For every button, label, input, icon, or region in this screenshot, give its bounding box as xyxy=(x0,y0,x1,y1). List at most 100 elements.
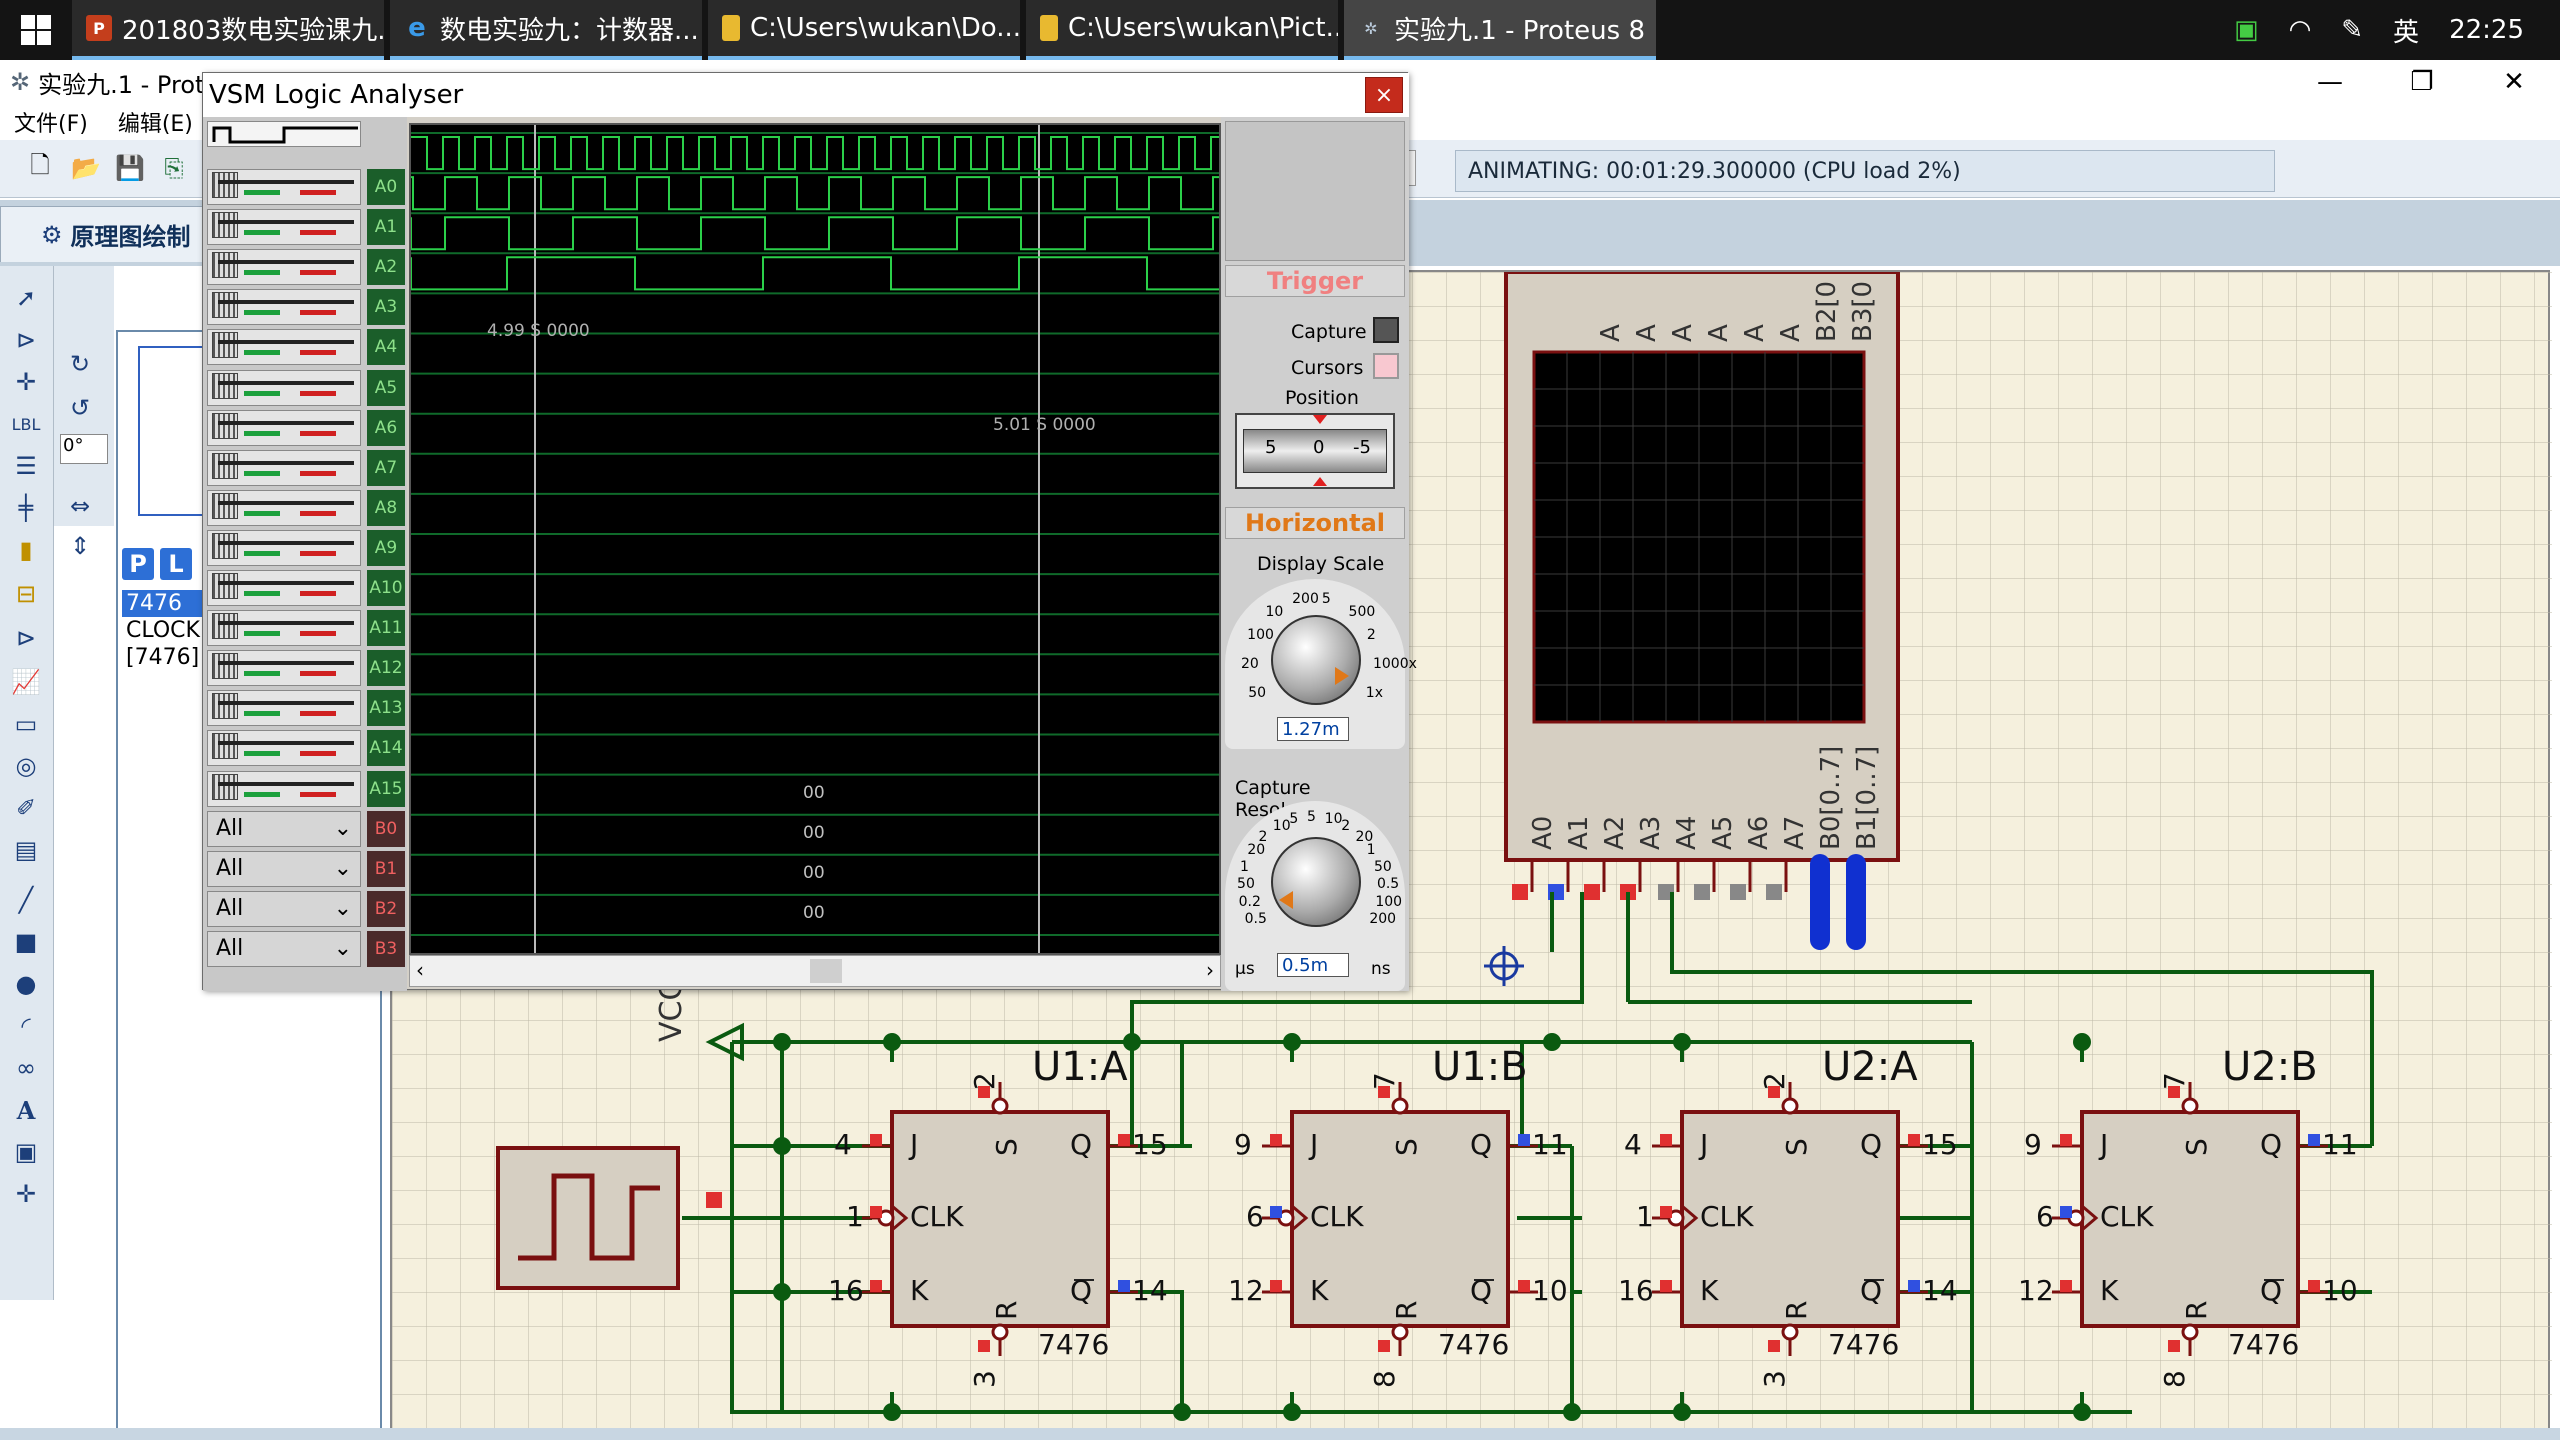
channel-slider[interactable] xyxy=(207,209,361,246)
pin-k-label: K xyxy=(2100,1274,2119,1307)
channel-slider[interactable] xyxy=(207,369,361,406)
position-slider[interactable]: 5 0 -5 xyxy=(1235,413,1395,489)
pen-icon[interactable]: ✎ xyxy=(2341,15,2363,45)
menu-file[interactable]: 文件(F) xyxy=(14,106,88,138)
channel-label: A7 xyxy=(367,449,405,486)
junction-icon[interactable]: ✛ xyxy=(8,364,44,400)
clock[interactable]: 22:25 xyxy=(2449,15,2524,45)
display-scale-knob[interactable] xyxy=(1271,615,1361,705)
display-scale-readout[interactable]: 1.27m xyxy=(1277,717,1349,741)
scroll-right-icon[interactable]: › xyxy=(1206,958,1214,982)
pin-number: 16 xyxy=(828,1274,864,1307)
pick-devices-button[interactable]: P xyxy=(122,548,154,580)
flipflop-part: 7476 xyxy=(1038,1328,1110,1361)
channel-slider[interactable] xyxy=(207,169,361,205)
capture-button[interactable] xyxy=(1373,317,1399,343)
waveform-display[interactable]: 4.99 S 0000 5.01 S 0000 00 00 00 00 xyxy=(409,123,1221,955)
minimize-button[interactable]: — xyxy=(2284,60,2376,104)
device-pin-icon[interactable]: ⊳ xyxy=(8,620,44,656)
rotate-ccw-icon[interactable]: ↺ xyxy=(62,390,98,426)
bus-icon[interactable]: ╪ xyxy=(8,490,44,526)
wire-label-icon[interactable]: LBL xyxy=(8,406,44,442)
menu-edit[interactable]: 编辑(E) xyxy=(118,106,193,138)
rotate-cw-icon[interactable]: ↻ xyxy=(62,346,98,382)
pin-number: 11 xyxy=(1532,1128,1568,1161)
symbol-icon[interactable]: ▣ xyxy=(8,1134,44,1170)
channel-slider[interactable] xyxy=(207,529,361,566)
path-icon[interactable]: ∞ xyxy=(8,1050,44,1086)
text-icon[interactable]: A xyxy=(8,1092,44,1128)
wifi-icon[interactable]: ◠ xyxy=(2289,15,2312,45)
component-mode-icon[interactable]: ⊳ xyxy=(8,322,44,358)
selection-mode-icon[interactable]: ➚ xyxy=(8,280,44,316)
taskbar-item-edge[interactable]: e 数电实验九：计数器... xyxy=(390,0,702,60)
taskbar: P 201803数电实验课九... e 数电实验九：计数器... C:\User… xyxy=(0,0,2560,60)
line-icon[interactable]: ╱ xyxy=(8,882,44,918)
folder-icon xyxy=(722,15,740,41)
box-icon[interactable]: ■ xyxy=(8,924,44,960)
text-script-icon[interactable]: ☰ xyxy=(8,448,44,484)
channel-slider[interactable] xyxy=(207,610,361,647)
flipflop-part: 7476 xyxy=(1438,1328,1510,1361)
mirror-x-icon[interactable]: ⇔ xyxy=(62,488,98,524)
arc-icon[interactable]: ◜ xyxy=(8,1008,44,1044)
channel-slider[interactable] xyxy=(207,329,361,366)
channel-slider[interactable] xyxy=(207,449,361,486)
pin-j-label: J xyxy=(2100,1128,2109,1161)
channel-slider[interactable] xyxy=(207,570,361,606)
new-file-icon[interactable]: 🗋 xyxy=(22,150,58,186)
channel-slider[interactable] xyxy=(207,489,361,526)
import-icon[interactable]: ⎘ xyxy=(156,150,192,186)
rotation-angle-input[interactable]: 0° xyxy=(60,434,108,464)
dial-tick-label: 0.5 xyxy=(1244,910,1267,927)
bus-mode-dropdown[interactable]: All ⌄ xyxy=(207,850,361,887)
waveform-scrollbar[interactable]: ‹ › xyxy=(409,955,1221,987)
channel-slider[interactable] xyxy=(207,690,361,727)
subcircuit-icon[interactable]: ▮ xyxy=(8,532,44,568)
vsm-close-button[interactable]: × xyxy=(1365,77,1403,113)
marker-icon[interactable]: ✛ xyxy=(8,1176,44,1212)
capture-resolution-readout[interactable]: 0.5m xyxy=(1277,953,1349,977)
channel-slider[interactable] xyxy=(207,770,361,807)
bus-mode-dropdown[interactable]: All ⌄ xyxy=(207,930,361,967)
scroll-thumb[interactable] xyxy=(810,959,842,983)
scroll-left-icon[interactable]: ‹ xyxy=(416,958,424,982)
save-icon[interactable]: 💾 xyxy=(112,150,148,186)
generator-icon[interactable]: ◎ xyxy=(8,748,44,784)
close-button[interactable]: ✕ xyxy=(2468,60,2560,104)
taskbar-item-powerpoint[interactable]: P 201803数电实验课九... xyxy=(72,0,384,60)
cursors-button[interactable] xyxy=(1373,353,1399,379)
terminal-icon[interactable]: ⊟ xyxy=(8,576,44,612)
channel-slider[interactable] xyxy=(207,289,361,326)
position-marker-top xyxy=(1313,415,1327,424)
bus-mode-dropdown[interactable]: All ⌄ xyxy=(207,890,361,927)
library-manager-button[interactable]: L xyxy=(160,548,192,580)
display-pin-label: B1[0..7] xyxy=(1852,745,1882,850)
ime-indicator[interactable]: 英 xyxy=(2393,12,2419,49)
start-button[interactable] xyxy=(0,0,72,60)
mirror-y-icon[interactable]: ⇕ xyxy=(62,528,98,564)
bus-mode-dropdown[interactable]: All ⌄ xyxy=(207,810,361,847)
unit-left-label: µs xyxy=(1235,959,1255,979)
taskbar-item-folder-documents[interactable]: C:\Users\wukan\Do... xyxy=(708,0,1020,60)
cursor1-readout: 4.99 S 0000 xyxy=(487,321,590,341)
channel-slider[interactable] xyxy=(207,730,361,767)
tape-recorder-icon[interactable]: ▭ xyxy=(8,706,44,742)
channel-slider[interactable] xyxy=(207,249,361,286)
taskbar-item-folder-pictures[interactable]: C:\Users\wukan\Pict... xyxy=(1026,0,1338,60)
channel-slider[interactable] xyxy=(207,409,361,446)
tab-schematic[interactable]: ⚙ 原理图绘制 xyxy=(0,206,205,262)
security-icon[interactable]: ▣ xyxy=(2234,15,2259,45)
maximize-button[interactable]: ❐ xyxy=(2376,60,2468,104)
dial-tick-label: 20 xyxy=(1247,842,1266,859)
instrument-icon[interactable]: ▤ xyxy=(8,832,44,868)
circle-icon[interactable]: ● xyxy=(8,966,44,1002)
probe-icon[interactable]: ✐ xyxy=(8,790,44,826)
graph-icon[interactable]: 📈 xyxy=(8,664,44,700)
open-folder-icon[interactable]: 📂 xyxy=(68,150,104,186)
display-top-pin-label: B3[0 xyxy=(1848,280,1878,342)
taskbar-item-proteus[interactable]: ✲ 实验九.1 - Proteus 8 ... xyxy=(1344,0,1656,60)
capture-resolution-knob[interactable] xyxy=(1271,837,1361,927)
channel-slider[interactable] xyxy=(207,650,361,687)
dial-tick-label: 1 xyxy=(1366,842,1376,859)
